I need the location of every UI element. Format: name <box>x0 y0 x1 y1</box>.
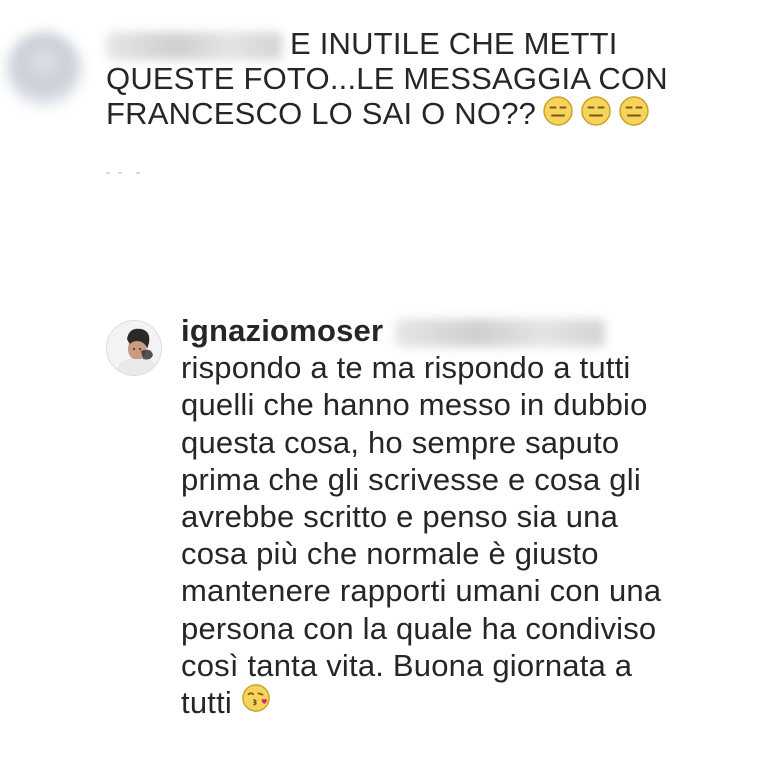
expressionless-face-icon <box>618 95 650 134</box>
comment-reply-line-8: persona con la quale ha condiviso <box>181 610 657 646</box>
comment-reply-line-1: rispondo a te ma rispondo a tutti <box>181 350 631 386</box>
comment-reply-line-9: così tanta vita. Buona giornata a <box>181 647 633 683</box>
comment-first-line-3: FRANCESCO LO SAI O NO?? <box>106 96 746 134</box>
comment-first-text: E INUTILE CHE METTI QUESTE FOTO...LE MES… <box>106 26 746 134</box>
comment-reply-line-10: tutti <box>181 683 756 721</box>
comment-reply-header: ignaziomoser <box>181 312 756 349</box>
comment-first-line-1: E INUTILE CHE METTI <box>106 26 746 61</box>
comment-first-line-2: QUESTE FOTO...LE MESSAGGIA CON <box>106 61 668 96</box>
face-blowing-a-kiss-icon <box>241 683 271 721</box>
profile-photo-icon <box>107 321 161 375</box>
comment-reply-line-7: mantenere rapporti umani con una <box>181 573 662 609</box>
comment-reply-line-4: prima che gli scrivesse e cosa gli <box>181 461 641 497</box>
comment-reply-line-5: avrebbe scritto e penso sia una <box>181 499 619 535</box>
avatar-blurred[interactable] <box>6 32 82 108</box>
comment-meta-faded <box>106 172 146 178</box>
expressionless-face-icon <box>542 95 574 134</box>
comment-reply-line-2: quelli che hanno messo in dubbio <box>181 387 648 423</box>
comment-reply-line-3: questa cosa, ho sempre saputo <box>181 424 620 460</box>
expressionless-face-icon <box>580 95 612 134</box>
username-blurred[interactable] <box>106 31 282 60</box>
comment-reply-line-6: cosa più che normale è giusto <box>181 536 599 572</box>
emoji-group <box>542 95 650 134</box>
mention-blurred[interactable] <box>395 318 606 347</box>
comment-reply-text: ignaziomoser rispondo a te ma rispondo a… <box>181 312 756 721</box>
avatar[interactable] <box>106 320 162 376</box>
username-link[interactable]: ignaziomoser <box>181 313 383 348</box>
